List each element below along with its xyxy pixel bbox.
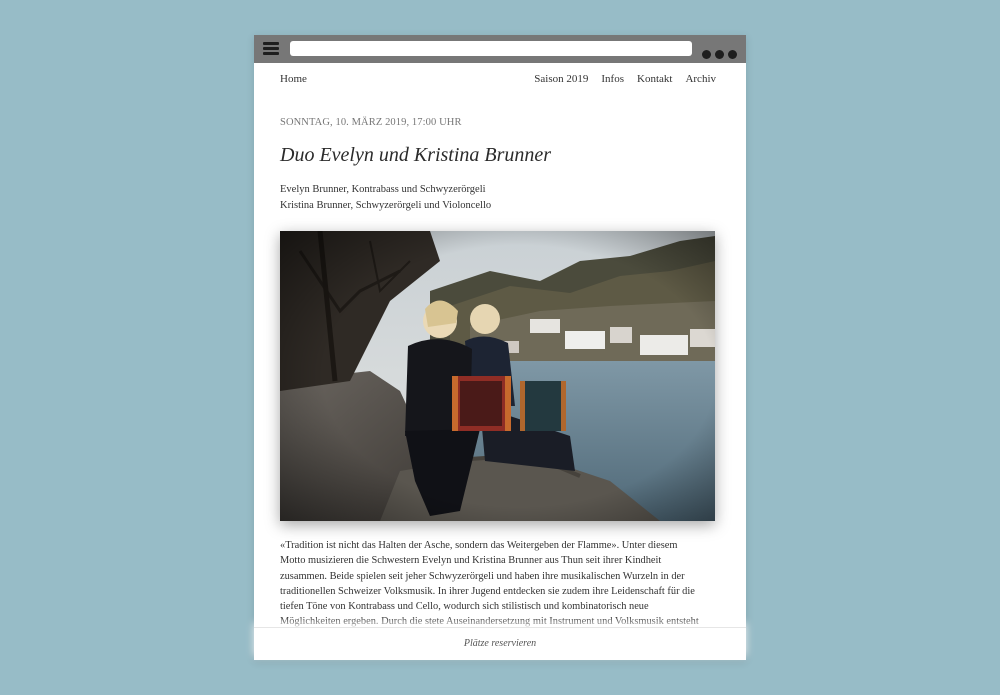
description-line: «Tradition ist nicht das Halten der Asch… bbox=[280, 540, 678, 551]
description-line: Motto musizieren die Schwestern Evelyn u… bbox=[280, 555, 662, 567]
description-line: traditionellen Schweizer Volksmusik. In … bbox=[280, 585, 695, 597]
event-description: «Tradition ist nicht das Halten der Asch… bbox=[280, 538, 720, 628]
performer-line: Kristina Brunner, Schwyzerörgeli und Vio… bbox=[280, 200, 492, 211]
event-date: SONNTAG, 10. MÄRZ 2019, 17:00 UHR bbox=[280, 117, 462, 128]
nav-links: Saison 2019 Infos Kontakt Archiv bbox=[521, 73, 716, 85]
hamburger-menu-icon[interactable] bbox=[263, 42, 279, 56]
nav-link-kontakt[interactable]: Kontakt bbox=[637, 73, 672, 85]
event-title: Duo Evelyn und Kristina Brunner bbox=[280, 144, 552, 166]
nav-link-infos[interactable]: Infos bbox=[601, 73, 624, 85]
reserve-seats-link[interactable]: Plätze reservieren bbox=[464, 638, 536, 649]
browser-window: Home Saison 2019 Infos Kontakt Archiv SONNT… bbox=[254, 35, 746, 660]
site-navigation: Home Saison 2019 Infos Kontakt Archiv bbox=[280, 73, 716, 89]
nav-link-saison[interactable]: Saison 2019 bbox=[534, 73, 588, 85]
performer-list: Evelyn Brunner, Kontrabass und Schwyzerö… bbox=[280, 182, 491, 214]
description-line: Möglichkeiten ergeben. Durch die stete A… bbox=[280, 616, 699, 628]
browser-toolbar bbox=[254, 35, 746, 63]
performer-line: Evelyn Brunner, Kontrabass und Schwyzerö… bbox=[280, 184, 486, 195]
description-line: tiefen Töne von Kontrabass und Cello, wo… bbox=[280, 601, 649, 613]
more-dots-icon[interactable] bbox=[702, 44, 741, 59]
description-line: zusammen. Beide spielen seit jeher Schwy… bbox=[280, 570, 685, 582]
address-bar[interactable] bbox=[290, 41, 692, 56]
event-photo bbox=[280, 231, 715, 521]
nav-link-archiv[interactable]: Archiv bbox=[685, 73, 716, 85]
sticky-footer: Plätze reservieren bbox=[254, 627, 746, 660]
nav-home-link[interactable]: Home bbox=[280, 73, 307, 85]
duo-lakeside-photo bbox=[280, 231, 715, 521]
